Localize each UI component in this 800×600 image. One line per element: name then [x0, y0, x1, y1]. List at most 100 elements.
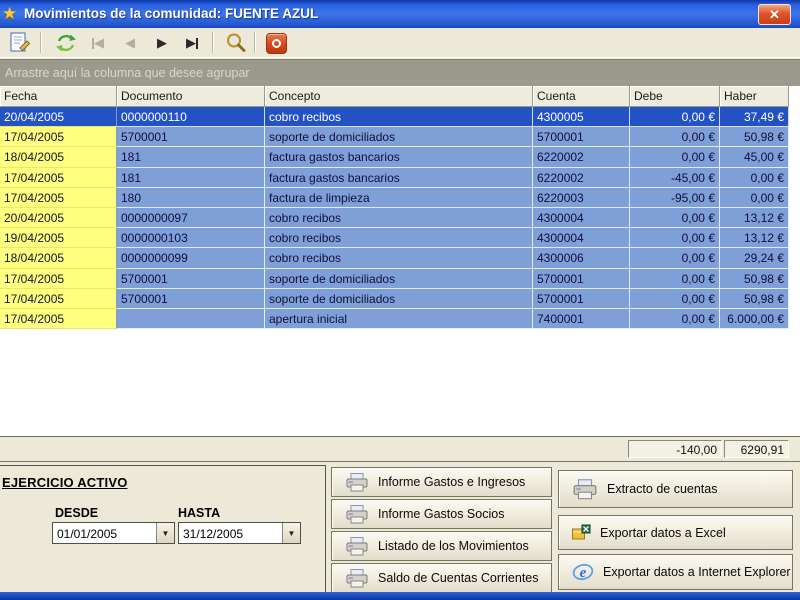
cell-fecha[interactable]: 17/04/2005 — [0, 309, 117, 329]
cell-debe[interactable]: 0,00 € — [630, 147, 720, 167]
cell-documento[interactable]: 0000000110 — [117, 107, 265, 127]
cell-documento[interactable]: 181 — [117, 147, 265, 167]
column-header-fecha[interactable]: Fecha — [0, 86, 117, 107]
refresh-icon[interactable] — [54, 31, 78, 55]
cell-fecha[interactable]: 18/04/2005 — [0, 147, 117, 167]
cell-documento[interactable]: 180 — [117, 188, 265, 208]
cell-concepto[interactable]: soporte de domiciliados — [265, 289, 533, 309]
cell-haber[interactable]: 0,00 € — [720, 168, 789, 188]
column-header-haber[interactable]: Haber — [720, 86, 789, 107]
column-header-concepto[interactable]: Concepto — [265, 86, 533, 107]
cell-debe[interactable]: 0,00 € — [630, 289, 720, 309]
cell-haber[interactable]: 50,98 € — [720, 289, 789, 309]
form-edit-icon[interactable] — [8, 31, 32, 55]
cell-haber[interactable]: 29,24 € — [720, 248, 789, 268]
cell-cuenta[interactable]: 5700001 — [533, 289, 630, 309]
next-record-icon[interactable]: ▶ — [150, 31, 174, 55]
cell-documento[interactable]: 5700001 — [117, 269, 265, 289]
cell-concepto[interactable]: soporte de domiciliados — [265, 269, 533, 289]
cell-concepto[interactable]: factura gastos bancarios — [265, 168, 533, 188]
cell-haber[interactable]: 6.000,00 € — [720, 309, 789, 329]
cell-haber[interactable]: 50,98 € — [720, 269, 789, 289]
exportar-internet-explorer-button[interactable]: e Exportar datos a Internet Explorer — [558, 554, 793, 590]
cell-debe[interactable]: -45,00 € — [630, 168, 720, 188]
cell-cuenta[interactable]: 7400001 — [533, 309, 630, 329]
cell-documento[interactable]: 0000000103 — [117, 228, 265, 248]
cell-debe[interactable]: 0,00 € — [630, 269, 720, 289]
table-row[interactable]: 20/04/2005 0000000110 cobro recibos 4300… — [0, 107, 789, 127]
cell-concepto[interactable]: cobro recibos — [265, 228, 533, 248]
cell-cuenta[interactable]: 4300004 — [533, 228, 630, 248]
cell-fecha[interactable]: 17/04/2005 — [0, 188, 117, 208]
hasta-date-select[interactable]: 31/12/2005 ▼ — [178, 522, 301, 544]
cell-debe[interactable]: 0,00 € — [630, 309, 720, 329]
cell-cuenta[interactable]: 6220003 — [533, 188, 630, 208]
cell-documento[interactable]: 0000000097 — [117, 208, 265, 228]
last-record-icon[interactable]: ▶ — [180, 31, 204, 55]
cell-debe[interactable]: 0,00 € — [630, 228, 720, 248]
cell-haber[interactable]: 37,49 € — [720, 107, 789, 127]
group-by-bar[interactable]: Arrastre aquí la columna que desee agrup… — [0, 59, 800, 86]
listado-movimientos-button[interactable]: Listado de los Movimientos — [331, 531, 552, 561]
cell-cuenta[interactable]: 4300006 — [533, 248, 630, 268]
cell-concepto[interactable]: apertura inicial — [265, 309, 533, 329]
informe-gastos-socios-button[interactable]: Informe Gastos Socios — [331, 499, 552, 529]
cell-concepto[interactable]: soporte de domiciliados — [265, 127, 533, 147]
extracto-cuentas-button[interactable]: Extracto de cuentas — [558, 470, 793, 508]
cell-concepto[interactable]: factura gastos bancarios — [265, 147, 533, 167]
table-row[interactable]: 18/04/2005 181 factura gastos bancarios … — [0, 147, 789, 167]
cell-fecha[interactable]: 17/04/2005 — [0, 289, 117, 309]
cell-cuenta[interactable]: 5700001 — [533, 127, 630, 147]
table-row[interactable]: 17/04/2005 5700001 soporte de domiciliad… — [0, 289, 789, 309]
cell-cuenta[interactable]: 4300004 — [533, 208, 630, 228]
cell-concepto[interactable]: cobro recibos — [265, 208, 533, 228]
informe-gastos-ingresos-button[interactable]: Informe Gastos e Ingresos — [331, 467, 552, 497]
cell-haber[interactable]: 45,00 € — [720, 147, 789, 167]
table-row[interactable]: 17/04/2005 5700001 soporte de domiciliad… — [0, 127, 789, 147]
desde-date-select[interactable]: 01/01/2005 ▼ — [52, 522, 175, 544]
cell-documento[interactable] — [117, 309, 265, 329]
column-header-debe[interactable]: Debe — [630, 86, 720, 107]
close-button[interactable]: ✕ — [758, 4, 791, 25]
cell-documento[interactable]: 0000000099 — [117, 248, 265, 268]
cell-documento[interactable]: 5700001 — [117, 127, 265, 147]
cell-debe[interactable]: 0,00 € — [630, 248, 720, 268]
cell-haber[interactable]: 13,12 € — [720, 208, 789, 228]
saldo-cuentas-corrientes-button[interactable]: Saldo de Cuentas Corrientes — [331, 563, 552, 593]
table-row[interactable]: 17/04/2005 180 factura de limpieza 62200… — [0, 188, 789, 208]
cell-debe[interactable]: 0,00 € — [630, 208, 720, 228]
cell-concepto[interactable]: cobro recibos — [265, 248, 533, 268]
cell-haber[interactable]: 13,12 € — [720, 228, 789, 248]
table-row[interactable]: 17/04/2005 181 factura gastos bancarios … — [0, 168, 789, 188]
cell-debe[interactable]: -95,00 € — [630, 188, 720, 208]
cell-cuenta[interactable]: 5700001 — [533, 269, 630, 289]
cell-fecha[interactable]: 20/04/2005 — [0, 208, 117, 228]
exit-icon[interactable] — [264, 31, 288, 55]
cell-haber[interactable]: 0,00 € — [720, 188, 789, 208]
table-row[interactable]: 20/04/2005 0000000097 cobro recibos 4300… — [0, 208, 789, 228]
exportar-excel-button[interactable]: Exportar datos a Excel — [558, 515, 793, 550]
table-row[interactable]: 19/04/2005 0000000103 cobro recibos 4300… — [0, 228, 789, 248]
table-row[interactable]: 18/04/2005 0000000099 cobro recibos 4300… — [0, 248, 789, 268]
cell-cuenta[interactable]: 6220002 — [533, 147, 630, 167]
cell-haber[interactable]: 50,98 € — [720, 127, 789, 147]
cell-concepto[interactable]: factura de limpieza — [265, 188, 533, 208]
cell-fecha[interactable]: 17/04/2005 — [0, 168, 117, 188]
cell-documento[interactable]: 181 — [117, 168, 265, 188]
cell-fecha[interactable]: 17/04/2005 — [0, 269, 117, 289]
cell-fecha[interactable]: 19/04/2005 — [0, 228, 117, 248]
cell-cuenta[interactable]: 4300005 — [533, 107, 630, 127]
chevron-down-icon[interactable]: ▼ — [156, 523, 174, 543]
cell-fecha[interactable]: 18/04/2005 — [0, 248, 117, 268]
cell-cuenta[interactable]: 6220002 — [533, 168, 630, 188]
cell-concepto[interactable]: cobro recibos — [265, 107, 533, 127]
column-header-cuenta[interactable]: Cuenta — [533, 86, 630, 107]
previous-record-icon[interactable]: ◀ — [118, 31, 142, 55]
first-record-icon[interactable]: ◀ — [86, 31, 110, 55]
cell-debe[interactable]: 0,00 € — [630, 127, 720, 147]
cell-fecha[interactable]: 20/04/2005 — [0, 107, 117, 127]
table-row[interactable]: 17/04/2005 apertura inicial 7400001 0,00… — [0, 309, 789, 329]
chevron-down-icon[interactable]: ▼ — [282, 523, 300, 543]
column-header-documento[interactable]: Documento — [117, 86, 265, 107]
cell-fecha[interactable]: 17/04/2005 — [0, 127, 117, 147]
